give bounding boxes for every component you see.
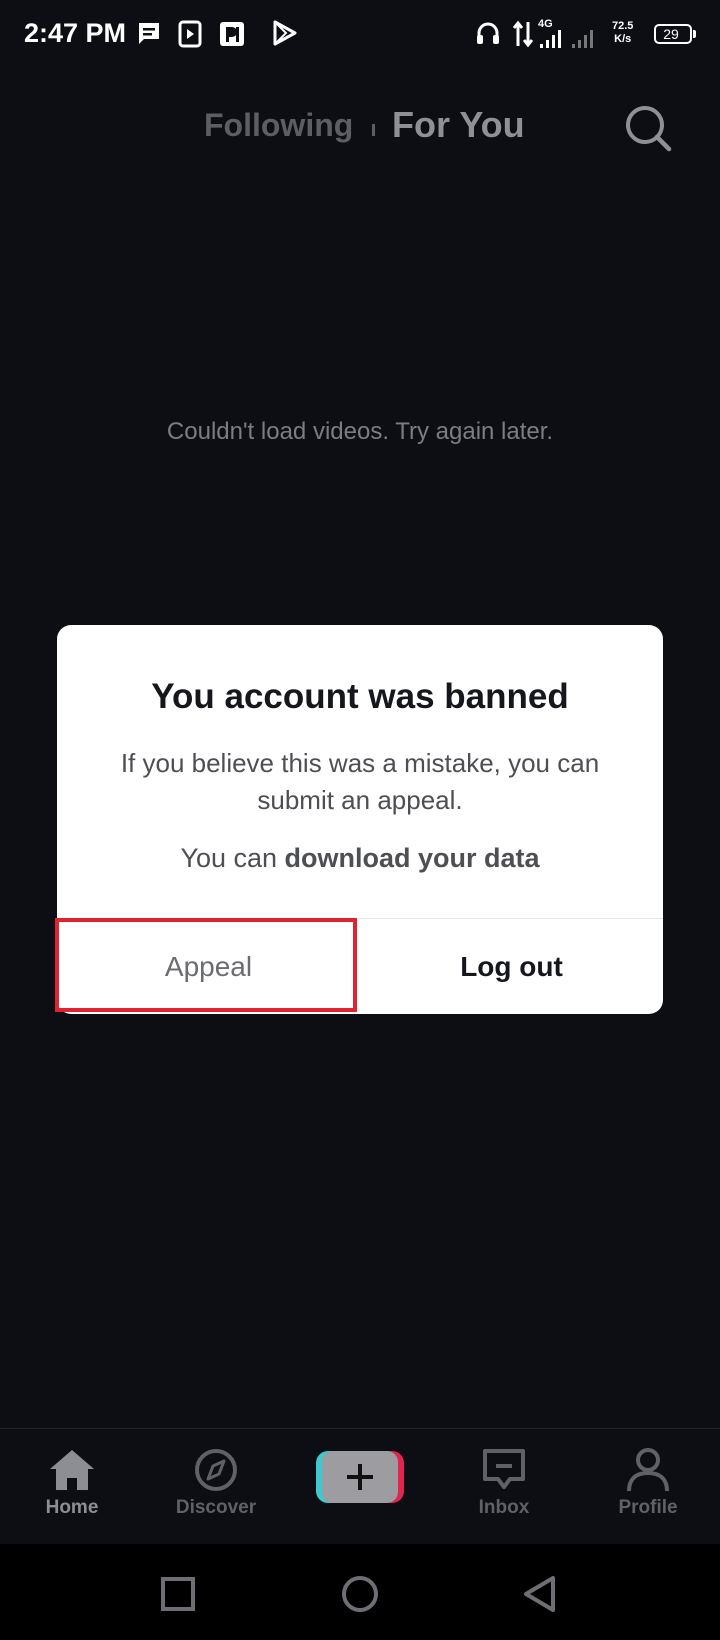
logout-button[interactable]: Log out — [360, 919, 663, 1014]
recents-square-icon[interactable] — [160, 1576, 196, 1612]
compass-icon — [195, 1449, 237, 1491]
dialog-title: You account was banned — [151, 677, 569, 716]
clock: 2:47 PM — [24, 18, 127, 48]
battery-level: 29 — [663, 26, 679, 42]
play-store-icon — [273, 20, 297, 46]
search-icon[interactable] — [620, 100, 676, 156]
system-nav-bar — [0, 1544, 720, 1640]
download-data-prefix: You can — [180, 843, 285, 873]
appeal-highlight-box — [55, 918, 357, 1012]
tab-for-you[interactable]: For You — [392, 104, 525, 146]
nav-home[interactable]: Home — [12, 1447, 132, 1519]
media-icon — [178, 20, 202, 48]
nav-inbox-label: Inbox — [478, 1497, 530, 1518]
nav-profile-label: Profile — [618, 1497, 678, 1518]
message-icon — [139, 23, 159, 44]
create-button[interactable] — [316, 1449, 404, 1505]
nav-discover[interactable]: Discover — [156, 1447, 276, 1519]
inbox-icon — [483, 1449, 525, 1489]
home-icon — [50, 1450, 94, 1490]
load-error-message: Couldn't load videos. Try again later. — [166, 418, 554, 445]
tab-divider — [372, 124, 375, 136]
profile-icon — [627, 1448, 669, 1492]
nav-profile[interactable]: Profile — [588, 1447, 708, 1519]
download-data-text: You can download your data — [57, 843, 663, 874]
nav-discover-label: Discover — [175, 1497, 257, 1518]
speed-value: 72.5 — [612, 20, 634, 32]
download-data-link[interactable]: download your data — [285, 843, 540, 873]
back-triangle-icon[interactable] — [522, 1574, 558, 1614]
signal-icon — [540, 30, 593, 48]
nav-inbox[interactable]: Inbox — [444, 1447, 564, 1519]
status-bar: 2:47 PM 4G 72.5 K/s 29 — [0, 0, 720, 72]
headset-icon — [477, 22, 499, 44]
battery-icon: 29 — [654, 24, 692, 44]
battery-tip — [693, 30, 696, 38]
nav-home-label: Home — [45, 1497, 99, 1518]
data-arrows-icon — [512, 20, 534, 48]
network-speed: 72.5 K/s — [612, 20, 633, 46]
speed-unit: K/s — [614, 33, 632, 45]
tab-following[interactable]: Following — [204, 107, 353, 144]
dialog-message: If you believe this was a mistake, you c… — [120, 748, 600, 815]
home-circle-icon[interactable] — [340, 1574, 380, 1614]
parking-app-icon — [220, 22, 244, 46]
